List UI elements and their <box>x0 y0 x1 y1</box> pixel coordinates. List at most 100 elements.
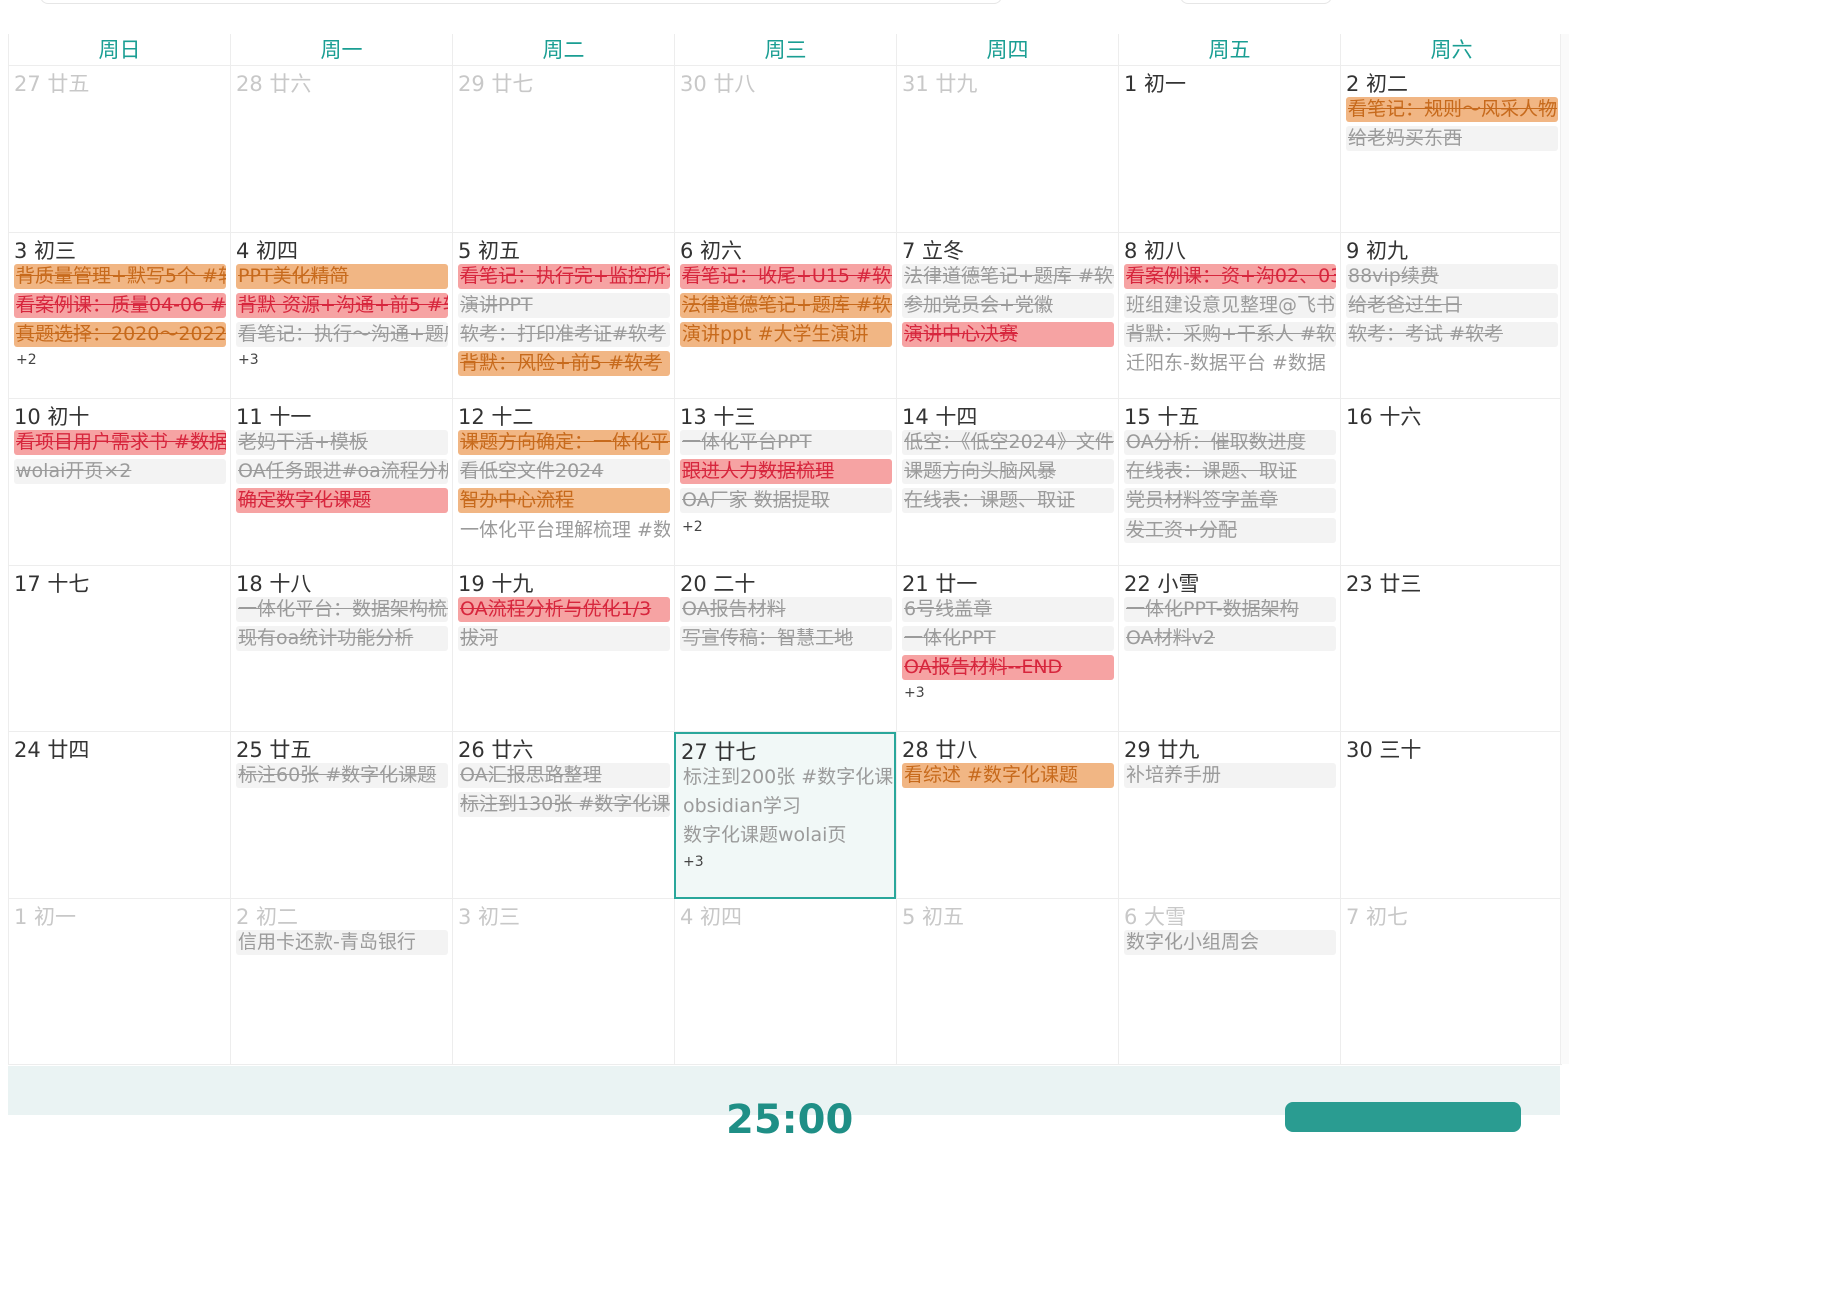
event-item[interactable]: 现有oa统计功能分析 <box>236 625 448 651</box>
day-cell[interactable]: 6 初六 看笔记：收尾+U15 #软考 法律道德笔记+题库 #软考 演讲ppt #大学… <box>674 232 896 399</box>
day-cell[interactable]: 21 廿一 6号线盖章 一体化PPT OA报告材料--END +3 <box>896 565 1118 732</box>
event-item[interactable]: 党员材料签字盖章 <box>1124 488 1336 514</box>
event-item[interactable]: 法律道德笔记+题库 #软考 <box>680 292 892 318</box>
event-item[interactable]: 确定数字化课题 <box>236 488 448 514</box>
day-cell[interactable]: 9 初九 88vip续费 给老爸过生日 软考：考试 #软考 <box>1340 232 1562 399</box>
day-cell[interactable]: 14 十四 低空：《低空2024》文件 课题方向头脑风暴 在线表：课题、取证 <box>896 399 1118 566</box>
event-item[interactable]: 背默 资源+沟通+前5 #软考 <box>236 292 448 318</box>
event-item[interactable]: 背质量管理+默写5个 #软考 <box>14 263 226 289</box>
day-cell-today[interactable]: 27 廿七 标注到200张 #数字化课题 obsidian学习 数字化课题wolai页… <box>674 732 896 899</box>
day-cell[interactable]: 10 初十 看项目用户需求书 #数据 wolai开页×2 <box>8 399 230 566</box>
event-item[interactable]: 看笔记：执行完+监控所有 <box>458 263 670 289</box>
event-item[interactable]: 法律道德笔记+题库 #软考 <box>902 263 1114 289</box>
day-cell[interactable]: 11 十一 老妈干活+模板 OA任务跟进#oa流程分析 确定数字化课题 <box>230 399 452 566</box>
scrollbar[interactable] <box>1560 34 1569 1064</box>
more-events-link[interactable]: +2 <box>14 351 226 369</box>
event-item[interactable]: 给老妈买东西 <box>1346 126 1558 152</box>
event-item[interactable]: 数字化小组周会 <box>1124 929 1336 955</box>
event-item[interactable]: 低空：《低空2024》文件 <box>902 430 1114 455</box>
day-cell[interactable]: 8 初八 看案例课：资+沟02、03 班组建设意见整理@飞书 背默：采购+干系人 #软… <box>1118 232 1340 399</box>
more-events-link[interactable]: +3 <box>236 351 448 369</box>
event-item[interactable]: 给老爸过生日 <box>1346 292 1558 318</box>
event-item[interactable]: OA汇报思路整理 <box>458 763 670 788</box>
day-cell[interactable]: 20 二十 OA报告材料 写宣传稿：智慧工地 <box>674 565 896 732</box>
event-item[interactable]: 一体化PPT <box>902 625 1114 651</box>
day-cell[interactable]: 28 廿六 <box>230 66 452 233</box>
event-item[interactable]: 看笔记：规则～风采人物 <box>1346 97 1558 122</box>
event-item[interactable]: 智办中心流程 <box>458 488 670 514</box>
day-cell[interactable]: 13 十三 一体化平台PPT 跟进人力数据梳理 OA厂家 数据提取 +2 <box>674 399 896 566</box>
event-item[interactable]: obsidian学习 <box>681 794 893 819</box>
event-item[interactable]: 写宣传稿：智慧工地 <box>680 625 892 651</box>
day-cell[interactable]: 1 初一 <box>1118 66 1340 233</box>
event-item[interactable]: 在线表：课题、取证 <box>1124 459 1336 485</box>
event-item[interactable]: 看笔记：执行～沟通+题库 <box>236 321 448 347</box>
more-events-link[interactable]: +3 <box>681 853 893 871</box>
day-cell[interactable]: 2 初二 信用卡还款-青岛银行 <box>230 898 452 1065</box>
day-cell[interactable]: 3 初三 <box>452 898 674 1065</box>
event-item[interactable]: 课题方向确定：一体化平台 <box>458 430 670 455</box>
day-cell[interactable]: 22 小雪 一体化PPT-数据架构 OA材料v2 <box>1118 565 1340 732</box>
day-cell[interactable]: 5 初五 <box>896 898 1118 1065</box>
event-item[interactable]: 看项目用户需求书 #数据 <box>14 430 226 455</box>
event-item[interactable]: wolai开页×2 <box>14 459 226 485</box>
event-item[interactable]: PPT美化精简 <box>236 263 448 289</box>
day-cell[interactable]: 23 廿三 <box>1340 565 1562 732</box>
event-item[interactable]: OA任务跟进#oa流程分析 <box>236 459 448 485</box>
more-events-link[interactable]: +3 <box>902 684 1114 702</box>
event-item[interactable]: 演讲ppt #大学生演讲 <box>680 321 892 347</box>
day-cell[interactable]: 7 初七 <box>1340 898 1562 1065</box>
event-item[interactable]: 课题方向头脑风暴 <box>902 459 1114 485</box>
day-cell[interactable]: 24 廿四 <box>8 732 230 899</box>
event-item[interactable]: OA流程分析与优化1/3 <box>458 596 670 622</box>
event-item[interactable]: 参加党员会+党徽 <box>902 292 1114 318</box>
event-item[interactable]: 标注到200张 #数字化课题 <box>681 765 893 790</box>
event-item[interactable]: 真题选择：2020～2022 <box>14 321 226 347</box>
day-cell[interactable]: 6 大雪 数字化小组周会 <box>1118 898 1340 1065</box>
event-item[interactable]: 看低空文件2024 <box>458 459 670 485</box>
event-item[interactable]: OA报告材料 <box>680 596 892 622</box>
view-switcher[interactable] <box>1180 0 1332 4</box>
start-button[interactable] <box>1285 1102 1521 1132</box>
event-item[interactable]: 软考：打印准考证#软考 <box>458 321 670 347</box>
event-item[interactable]: 一体化平台理解梳理 #数字化 <box>458 518 670 543</box>
day-cell[interactable]: 15 十五 OA分析：催取数进度 在线表：课题、取证 党员材料签字盖章 发工资+分配 <box>1118 399 1340 566</box>
event-item[interactable]: 信用卡还款-青岛银行 <box>236 929 448 955</box>
day-cell[interactable]: 12 十二 课题方向确定：一体化平台 看低空文件2024 智办中心流程 一体化平台理解梳… <box>452 399 674 566</box>
event-item[interactable]: 演讲中心决赛 <box>902 321 1114 347</box>
event-item[interactable]: 拔河 <box>458 625 670 651</box>
event-item[interactable]: 补培养手册 <box>1124 763 1336 788</box>
event-item[interactable]: 数字化课题wolai页 <box>681 823 893 848</box>
event-item[interactable]: OA报告材料--END <box>902 654 1114 680</box>
day-cell[interactable]: 18 十八 一体化平台：数据架构梳理 现有oa统计功能分析 <box>230 565 452 732</box>
event-item[interactable]: 发工资+分配 <box>1124 517 1336 543</box>
event-item[interactable]: 迁阳东-数据平台 #数据 <box>1124 351 1336 376</box>
day-cell[interactable]: 17 十七 <box>8 565 230 732</box>
day-cell[interactable]: 19 十九 OA流程分析与优化1/3 拔河 <box>452 565 674 732</box>
event-item[interactable]: 88vip续费 <box>1346 263 1558 289</box>
day-cell[interactable]: 30 三十 <box>1340 732 1562 899</box>
event-item[interactable]: 看笔记：收尾+U15 #软考 <box>680 263 892 289</box>
day-cell[interactable]: 31 廿九 <box>896 66 1118 233</box>
day-cell[interactable]: 5 初五 看笔记：执行完+监控所有 演讲PPT 软考：打印准考证#软考 背默：风险+前5… <box>452 232 674 399</box>
event-item[interactable]: 标注60张 #数字化课题 <box>236 763 448 788</box>
event-item[interactable]: 背默：采购+干系人 #软考 <box>1124 321 1336 347</box>
event-item[interactable]: 软考：考试 #软考 <box>1346 321 1558 347</box>
event-item[interactable]: 在线表：课题、取证 <box>902 488 1114 514</box>
event-item[interactable]: 一体化PPT-数据架构 <box>1124 596 1336 622</box>
event-item[interactable]: 一体化平台：数据架构梳理 <box>236 596 448 622</box>
event-item[interactable]: 老妈干活+模板 <box>236 430 448 455</box>
day-cell[interactable]: 27 廿五 <box>8 66 230 233</box>
more-events-link[interactable]: +2 <box>680 518 892 536</box>
event-item[interactable]: 班组建设意见整理@飞书 <box>1124 292 1336 318</box>
day-cell[interactable]: 30 廿八 <box>674 66 896 233</box>
day-cell[interactable]: 26 廿六 OA汇报思路整理 标注到130张 #数字化课题 <box>452 732 674 899</box>
event-item[interactable]: OA材料v2 <box>1124 625 1336 651</box>
event-item[interactable]: 跟进人力数据梳理 <box>680 459 892 485</box>
event-item[interactable]: 看案例课：质量04-06 #软考 <box>14 292 226 318</box>
event-item[interactable]: OA厂家 数据提取 <box>680 488 892 514</box>
event-item[interactable]: 看案例课：资+沟02、03 <box>1124 263 1336 289</box>
day-cell[interactable]: 25 廿五 标注60张 #数字化课题 <box>230 732 452 899</box>
day-cell[interactable]: 28 廿八 看综述 #数字化课题 <box>896 732 1118 899</box>
day-cell[interactable]: 29 廿七 <box>452 66 674 233</box>
